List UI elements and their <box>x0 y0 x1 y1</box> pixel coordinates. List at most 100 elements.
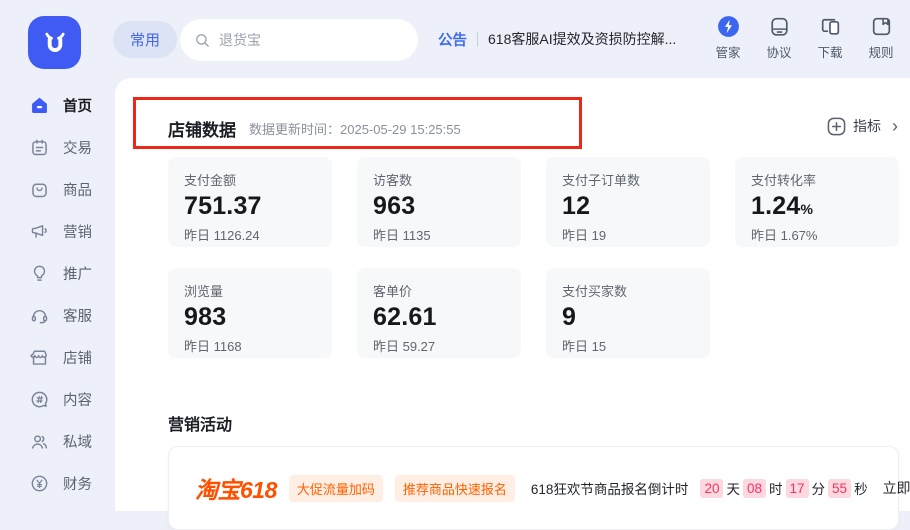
users-icon <box>29 431 50 452</box>
divider <box>477 32 478 47</box>
metric-label: 浏览量 <box>184 281 316 300</box>
countdown-hours: 08 <box>743 479 766 498</box>
marketing-section-title: 营销活动 <box>168 411 232 435</box>
sidebar-item-label: 交易 <box>63 137 92 158</box>
metric-label: 支付转化率 <box>751 170 883 189</box>
sidebar-item-products[interactable]: 商品 <box>0 168 115 210</box>
countdown-seconds: 55 <box>828 479 851 498</box>
sidebar-item-orders[interactable]: 交易 <box>0 126 115 168</box>
home-icon <box>29 95 50 116</box>
metric-card-page-views[interactable]: 浏览量 983 昨日 1168 <box>168 268 332 358</box>
assistant-button[interactable]: 管家 <box>707 14 749 61</box>
metric-value: 983 <box>184 303 316 332</box>
sidebar-item-home[interactable]: 首页 <box>0 84 115 126</box>
metric-yesterday: 昨日 19 <box>562 225 694 244</box>
hashtag-bubble-icon <box>29 389 50 410</box>
metric-card-visitors[interactable]: 访客数 963 昨日 1135 <box>357 157 521 247</box>
search-icon <box>194 32 211 49</box>
metric-card-conversion-rate[interactable]: 支付转化率 1.24% 昨日 1.67% <box>735 157 899 247</box>
agreement-label: 协议 <box>766 42 791 61</box>
metric-card-sub-orders[interactable]: 支付子订单数 12 昨日 19 <box>546 157 710 247</box>
countdown-minutes: 17 <box>786 479 809 498</box>
announcement-text: 618客服AI提效及资损防控解... <box>488 29 676 49</box>
metric-label: 访客数 <box>373 170 505 189</box>
order-icon <box>29 137 50 158</box>
announcement-bar[interactable]: 公告 618客服AI提效及资损防控解... <box>438 0 676 78</box>
metric-yesterday: 昨日 1168 <box>184 336 316 355</box>
agreement-button[interactable]: 协议 <box>758 14 800 61</box>
banner-tag: 推荐商品快速报名 <box>395 475 515 502</box>
countdown-unit: 天 <box>726 478 740 498</box>
download-button[interactable]: 下载 <box>809 14 851 61</box>
rules-button[interactable]: 规则 <box>860 14 902 61</box>
sidebar-item-label: 商品 <box>63 179 92 200</box>
metric-card-paying-buyers[interactable]: 支付买家数 9 昨日 15 <box>546 268 710 358</box>
metric-value: 1.24% <box>751 192 883 221</box>
sidebar-item-label: 营销 <box>63 221 92 242</box>
metric-label: 支付金额 <box>184 170 316 189</box>
countdown-unit: 秒 <box>854 478 868 498</box>
sidebar-item-marketing[interactable]: 营销 <box>0 210 115 252</box>
rules-label: 规则 <box>868 42 893 61</box>
sidebar-item-label: 私域 <box>63 431 92 452</box>
metric-label: 客单价 <box>373 281 505 300</box>
bag-icon <box>29 179 50 200</box>
sidebar-item-customer-service[interactable]: 客服 <box>0 294 115 336</box>
agreement-icon <box>767 14 792 39</box>
sidebar-item-private-domain[interactable]: 私域 <box>0 420 115 462</box>
metrics-config-button[interactable]: 指标 › <box>827 116 898 136</box>
metric-yesterday: 昨日 15 <box>562 336 694 355</box>
announcement-label: 公告 <box>438 29 467 50</box>
assistant-label: 管家 <box>715 42 740 61</box>
sidebar-item-label: 店铺 <box>63 347 92 368</box>
lightbulb-icon <box>29 263 50 284</box>
sidebar-item-content[interactable]: 内容 <box>0 378 115 420</box>
metric-value: 12 <box>562 192 694 221</box>
quick-access-label: 常用 <box>130 29 160 50</box>
sidebar-item-label: 财务 <box>63 473 92 494</box>
metric-card-pay-amount[interactable]: 支付金额 751.37 昨日 1126.24 <box>168 157 332 247</box>
banner-tag: 大促流量加码 <box>289 475 383 502</box>
rules-icon <box>869 14 894 39</box>
countdown-unit: 分 <box>812 478 826 498</box>
sidebar-nav: 首页 交易 商品 营销 <box>0 84 115 504</box>
metric-yesterday: 昨日 59.27 <box>373 336 505 355</box>
download-label: 下载 <box>817 42 842 61</box>
sidebar-item-promotion[interactable]: 推广 <box>0 252 115 294</box>
sidebar-item-label: 推广 <box>63 263 92 284</box>
countdown-timer: 20 天 08 时 17 分 55 秒 <box>700 478 870 498</box>
sidebar-item-label: 首页 <box>63 95 92 116</box>
metric-value: 62.61 <box>373 303 505 332</box>
metric-value: 9 <box>562 303 694 332</box>
sidebar-item-label: 内容 <box>63 389 92 410</box>
headset-icon <box>29 305 50 326</box>
taobao-618-logo: 淘宝618 <box>195 471 277 505</box>
sidebar-item-label: 客服 <box>63 305 92 326</box>
signup-now-button[interactable]: 立即报名 › <box>883 478 910 498</box>
countdown-label: 618狂欢节商品报名倒计时 <box>531 478 689 498</box>
red-annotation-box <box>133 97 582 149</box>
search-input[interactable]: 退货宝 <box>180 19 418 61</box>
sidebar-item-shop[interactable]: 店铺 <box>0 336 115 378</box>
countdown-unit: 时 <box>769 478 783 498</box>
countdown-days: 20 <box>700 479 723 498</box>
metric-label: 支付子订单数 <box>562 170 694 189</box>
assistant-icon <box>716 14 741 39</box>
metric-label: 支付买家数 <box>562 281 694 300</box>
plus-square-icon <box>827 117 846 136</box>
topbar-icon-group: 管家 协议 下载 <box>707 14 902 61</box>
metrics-button-label: 指标 <box>853 116 881 136</box>
metric-card-avg-order-value[interactable]: 客单价 62.61 昨日 59.27 <box>357 268 521 358</box>
search-placeholder: 退货宝 <box>219 30 261 50</box>
quick-access-button[interactable]: 常用 <box>113 21 177 58</box>
megaphone-icon <box>29 221 50 242</box>
sidebar-item-finance[interactable]: 财务 <box>0 462 115 504</box>
download-icon <box>818 14 843 39</box>
marketing-618-banner[interactable]: 淘宝618 大促流量加码 推荐商品快速报名 618狂欢节商品报名倒计时 20 天… <box>168 446 899 530</box>
storefront-icon <box>29 347 50 368</box>
metric-value: 963 <box>373 192 505 221</box>
qianniu-logo[interactable] <box>28 16 81 69</box>
topbar: 常用 退货宝 公告 618客服AI提效及资损防控解... 管家 <box>0 0 910 78</box>
chevron-right-icon: › <box>892 119 898 133</box>
yuan-icon <box>29 473 50 494</box>
